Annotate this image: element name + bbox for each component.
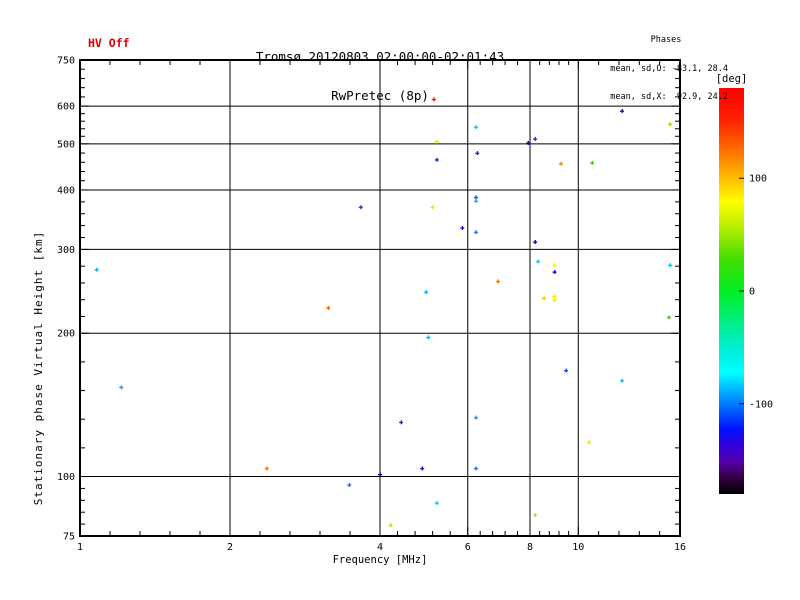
data-point (434, 139, 439, 144)
data-point (347, 482, 352, 487)
phases-title: Phases (650, 35, 682, 45)
data-point (552, 297, 557, 302)
data-point (358, 205, 363, 210)
data-point (552, 294, 557, 299)
y-tick-label: 300 (57, 245, 75, 256)
y-tick-label: 600 (57, 102, 75, 113)
y-tick-label: 75 (63, 532, 75, 543)
x-tick-label: 1 (77, 542, 83, 553)
data-point (473, 230, 478, 235)
data-point (473, 466, 478, 471)
data-point (426, 335, 431, 340)
data-point (533, 513, 538, 518)
data-point (533, 239, 538, 244)
data-point (388, 523, 393, 528)
data-point (434, 157, 439, 162)
data-point (558, 161, 563, 166)
y-tick-label: 400 (57, 185, 75, 196)
x-axis-title: Frequency [MHz] (333, 554, 428, 566)
data-point (460, 225, 465, 230)
data-point (587, 440, 592, 445)
data-point (552, 263, 557, 268)
x-tick-label: 2 (227, 542, 233, 553)
colorbar-tick-label: -100 (749, 399, 773, 410)
y-axis-title: Stationary phase Virtual Height [km] (32, 231, 45, 505)
x-tick-label: 6 (465, 542, 471, 553)
x-tick-label: 10 (572, 542, 584, 553)
colorbar-tick-label: 100 (749, 174, 767, 185)
data-point (475, 151, 480, 156)
x-tick-label: 4 (377, 542, 383, 553)
data-point (535, 259, 540, 264)
y-tick-label: 750 (57, 56, 75, 67)
data-point (399, 420, 404, 425)
data-point (434, 500, 439, 505)
data-point (424, 290, 429, 295)
data-point (264, 466, 269, 471)
data-point (94, 267, 99, 272)
data-point (666, 315, 671, 320)
phases-mean-sd-o: mean, sd,O: -83.1, 28.4 (610, 63, 728, 74)
data-point (668, 263, 673, 268)
data-point (526, 140, 531, 145)
data-point (420, 466, 425, 471)
data-point (378, 472, 382, 477)
data-point (564, 368, 569, 373)
data-point (473, 415, 478, 420)
data-point (326, 305, 331, 310)
data-point (541, 296, 546, 301)
phases-summary: Phases mean, sd,O: -83.1, 28.4 mean, sd,… (604, 17, 728, 122)
ionogram-app: HV Off Tromsø 20120803 02:00:00-02:01:43… (0, 0, 800, 600)
data-point (552, 269, 557, 274)
plot-title: Tromsø 20120803 02:00:00-02:01:43 (255, 49, 505, 64)
x-tick-label: 8 (527, 542, 533, 553)
data-point (620, 378, 625, 383)
data-point (119, 385, 124, 390)
data-point (473, 199, 478, 204)
y-tick-label: 500 (57, 139, 75, 150)
title-block: Tromsø 20120803 02:00:00-02:01:43 RwPret… (80, 24, 680, 128)
data-point (430, 205, 435, 210)
colorbar-tick-label: 0 (749, 287, 755, 298)
plot-subtitle: RwPretec (8p) (331, 88, 429, 103)
data-point (590, 160, 595, 165)
x-tick-label: 16 (674, 542, 686, 553)
phases-mean-sd-x: mean, sd,X: 92.9, 24.2 (610, 92, 728, 102)
y-tick-label: 200 (57, 329, 75, 340)
data-point (533, 136, 538, 141)
data-point (495, 279, 500, 284)
data-point (473, 195, 478, 200)
y-tick-label: 100 (57, 472, 75, 483)
